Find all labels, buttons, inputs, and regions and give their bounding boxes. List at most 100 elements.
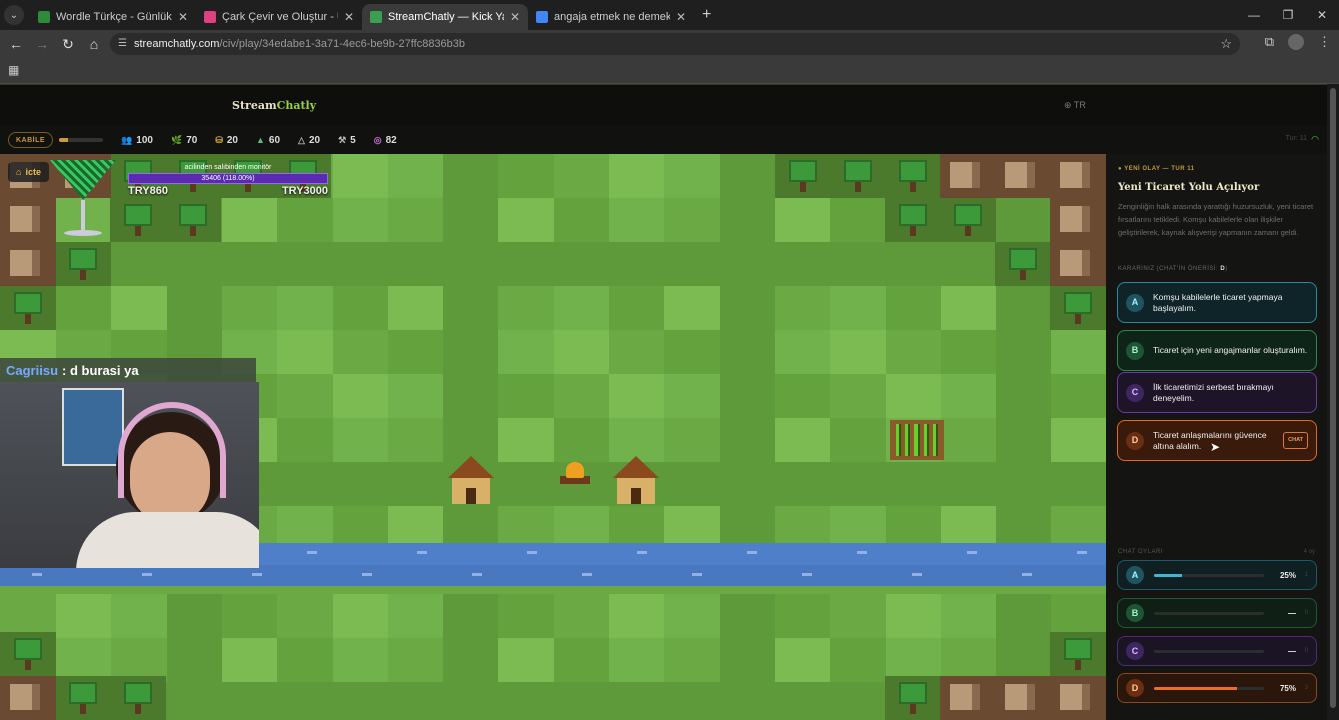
grass-tile[interactable]	[276, 418, 333, 462]
tab-search-button[interactable]: ⌄	[4, 5, 24, 25]
grass-tile[interactable]	[553, 330, 609, 374]
grass-tile[interactable]	[276, 374, 333, 418]
grass-tile[interactable]	[387, 594, 444, 638]
grass-tile[interactable]	[331, 462, 388, 506]
grass-tile[interactable]	[553, 286, 609, 330]
option-b[interactable]: B Ticaret için yeni angajmanlar oluştural…	[1117, 330, 1317, 371]
grass-tile[interactable]	[331, 682, 388, 720]
rock-tile[interactable]	[0, 198, 56, 242]
grass-tile[interactable]	[442, 374, 499, 418]
grass-tile[interactable]	[331, 330, 388, 374]
tree-tile[interactable]	[1050, 286, 1106, 330]
grass-tile[interactable]	[718, 418, 775, 462]
rock-tile[interactable]	[1050, 154, 1106, 198]
bookmark-star-icon[interactable]: ☆	[1220, 36, 1232, 52]
tree-tile[interactable]	[940, 198, 996, 242]
tab-close-icon[interactable]: ✕	[344, 10, 354, 24]
grass-tile[interactable]	[774, 462, 831, 506]
grass-tile[interactable]	[774, 330, 831, 374]
grass-tile[interactable]	[829, 330, 886, 374]
grass-tile[interactable]	[221, 638, 278, 682]
grass-tile[interactable]	[718, 154, 775, 198]
grass-tile[interactable]	[553, 638, 609, 682]
grass-tile[interactable]	[442, 330, 499, 374]
hut[interactable]	[448, 456, 494, 506]
grass-tile[interactable]	[829, 198, 886, 242]
extensions-icon[interactable]: ⧉	[1265, 34, 1274, 50]
grass-tile[interactable]	[387, 374, 444, 418]
browser-tab[interactable]: Çark Çevir ve Oluştur - Ücretsiz ✕	[196, 4, 362, 30]
grass-tile[interactable]	[553, 154, 609, 198]
grass-tile[interactable]	[276, 198, 333, 242]
grass-tile[interactable]	[663, 374, 720, 418]
grass-tile[interactable]	[608, 242, 665, 286]
grass-tile[interactable]	[940, 242, 997, 286]
grass-tile[interactable]	[442, 286, 499, 330]
grass-tile[interactable]	[331, 418, 388, 462]
grass-tile[interactable]	[829, 286, 886, 330]
grass-tile[interactable]	[553, 242, 609, 286]
grass-tile[interactable]	[497, 462, 554, 506]
site-info-icon[interactable]: ☰	[118, 38, 127, 49]
grass-tile[interactable]	[553, 594, 609, 638]
close-window-button[interactable]: ✕	[1305, 0, 1339, 30]
grass-tile[interactable]	[663, 418, 720, 462]
grass-tile[interactable]	[718, 330, 775, 374]
farm-field[interactable]	[890, 420, 944, 460]
tab-close-icon[interactable]: ✕	[676, 10, 686, 24]
grass-tile[interactable]	[940, 330, 997, 374]
grass-tile[interactable]	[276, 242, 333, 286]
grass-tile[interactable]	[663, 330, 720, 374]
grass-tile[interactable]	[608, 198, 665, 242]
game-map[interactable]: ⌂ icte acilinden salıbinden monitör 35406…	[0, 154, 1106, 720]
grass-tile[interactable]	[387, 418, 444, 462]
grass-tile[interactable]	[387, 638, 444, 682]
grass-tile[interactable]	[387, 462, 444, 506]
grass-tile[interactable]	[995, 374, 1052, 418]
grass-tile[interactable]	[608, 374, 665, 418]
grass-tile[interactable]	[995, 330, 1052, 374]
grass-tile[interactable]	[442, 198, 499, 242]
tree-tile[interactable]	[995, 242, 1051, 286]
grass-tile[interactable]	[774, 198, 831, 242]
tree-tile[interactable]	[885, 676, 941, 720]
grass-tile[interactable]	[774, 418, 831, 462]
grass-tile[interactable]	[774, 374, 831, 418]
grass-tile[interactable]	[718, 462, 775, 506]
grass-tile[interactable]	[276, 682, 333, 720]
grass-tile[interactable]	[940, 418, 997, 462]
grass-tile[interactable]	[55, 286, 112, 330]
rock-tile[interactable]	[940, 154, 996, 198]
grass-tile[interactable]	[663, 682, 720, 720]
grass-tile[interactable]	[995, 418, 1052, 462]
grass-tile[interactable]	[1050, 374, 1106, 418]
option-c[interactable]: C İlk ticaretimizi serbest bırakmayı dene…	[1117, 372, 1317, 413]
grass-tile[interactable]	[1050, 462, 1106, 506]
grass-tile[interactable]	[663, 198, 720, 242]
tree-tile[interactable]	[0, 286, 56, 330]
grass-tile[interactable]	[884, 374, 941, 418]
browser-tab[interactable]: Wordle Türkçe - Günlük Kelime ✕	[30, 4, 196, 30]
grass-tile[interactable]	[221, 682, 278, 720]
grass-tile[interactable]	[829, 418, 886, 462]
grass-tile[interactable]	[497, 374, 554, 418]
grass-tile[interactable]	[663, 594, 720, 638]
grass-tile[interactable]	[55, 594, 112, 638]
grass-tile[interactable]	[497, 418, 554, 462]
grass-tile[interactable]	[331, 638, 388, 682]
grass-tile[interactable]	[276, 330, 333, 374]
grass-tile[interactable]	[1050, 418, 1106, 462]
url-bar[interactable]: ☰ streamchatly.com/civ/play/34edabe1-3a7…	[110, 33, 1240, 55]
grass-tile[interactable]	[718, 638, 775, 682]
grass-tile[interactable]	[165, 286, 222, 330]
grass-tile[interactable]	[497, 330, 554, 374]
grass-tile[interactable]	[331, 198, 388, 242]
apps-grid-icon[interactable]: ▦	[8, 63, 19, 77]
grass-tile[interactable]	[829, 682, 886, 720]
grass-tile[interactable]	[221, 242, 278, 286]
grass-tile[interactable]	[276, 286, 333, 330]
browser-tab[interactable]: StreamChatly — Kick Yayıncıları ✕	[362, 4, 528, 30]
grass-tile[interactable]	[331, 374, 388, 418]
grass-tile[interactable]	[110, 286, 167, 330]
grass-tile[interactable]	[718, 682, 775, 720]
